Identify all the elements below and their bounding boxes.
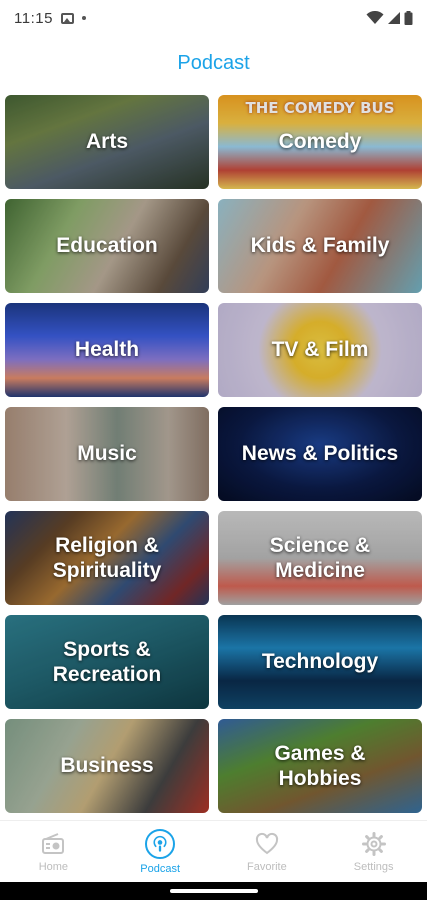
heart-icon [255,832,278,854]
nav-settings[interactable]: Settings [334,831,414,873]
category-label: Music [77,442,137,466]
nav-podcast[interactable]: Podcast [120,828,200,875]
category-tile-arts[interactable]: Arts [5,95,209,189]
category-label: Education [56,234,158,258]
nav-favorite-label: Favorite [247,860,287,873]
home-gesture-pill[interactable] [170,889,258,893]
category-tile-games-hobbies[interactable]: Games & Hobbies [218,719,422,813]
signal-icon [388,12,400,24]
active-indicator [145,828,176,859]
nav-home[interactable]: Home [13,831,93,873]
category-tile-tv-film[interactable]: TV & Film [218,303,422,397]
gear-icon [361,831,386,856]
category-label: Science & Medicine [269,533,371,582]
category-tile-kids-family[interactable]: Kids & Family [218,199,422,293]
category-tile-news-politics[interactable]: News & Politics [218,407,422,501]
status-bar: 11:15 [0,0,427,36]
category-label: Religion & Spirituality [52,533,162,582]
category-label: Comedy [278,130,362,154]
nav-home-label: Home [38,860,69,873]
nav-settings-label: Settings [353,860,394,873]
category-label: Games & Hobbies [274,741,366,790]
image-notification-icon [60,12,74,24]
category-label: Arts [85,130,128,154]
category-label: Business [60,754,154,778]
radio-icon [42,832,65,854]
bottom-navigation: Home Podcast Favorite Settings [0,820,427,882]
nav-favorite[interactable]: Favorite [227,831,307,873]
category-label: Kids & Family [250,234,390,258]
nav-podcast-label: Podcast [140,862,180,875]
category-tile-sports-recreation[interactable]: Sports & Recreation [5,615,209,709]
category-tile-music[interactable]: Music [5,407,209,501]
category-tile-comedy[interactable]: THE COMEDY BUS Comedy [218,95,422,189]
podcast-icon [153,835,167,852]
category-label: Technology [261,650,379,674]
page-title: Podcast [177,52,250,74]
status-time: 11:15 [14,9,53,27]
category-grid: Arts THE COMEDY BUS Comedy Education Kid… [5,95,422,813]
battery-icon [404,11,413,25]
wifi-icon [366,11,384,24]
category-label: Health [74,338,140,362]
category-tile-health[interactable]: Health [5,303,209,397]
category-label: News & Politics [241,442,399,466]
category-tile-science-medicine[interactable]: Science & Medicine [218,511,422,605]
system-navigation-bar [0,882,427,900]
category-label: Sports & Recreation [52,637,162,686]
category-tile-business[interactable]: Business [5,719,209,813]
category-tile-technology[interactable]: Technology [218,615,422,709]
category-tile-education[interactable]: Education [5,199,209,293]
category-label: TV & Film [271,338,369,362]
notification-dot-icon [81,16,86,20]
category-tile-religion-spirituality[interactable]: Religion & Spirituality [5,511,209,605]
